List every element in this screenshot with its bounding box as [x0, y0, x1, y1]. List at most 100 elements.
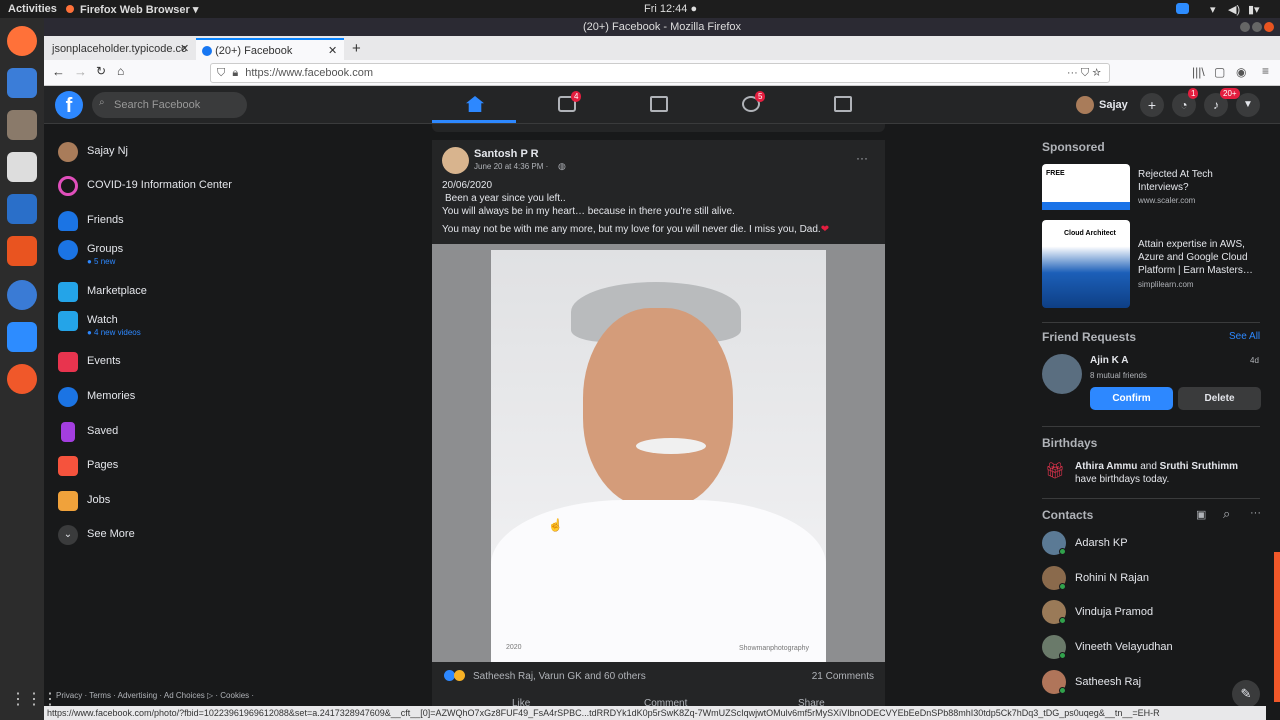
reload-button[interactable]: ↻: [96, 64, 106, 78]
shield-icon[interactable]: ⛉: [217, 67, 225, 79]
window-controls[interactable]: [1240, 22, 1274, 32]
friends-icon: [58, 211, 78, 231]
facebook-logo[interactable]: f: [55, 91, 83, 119]
firefox-dock-icon[interactable]: [7, 26, 37, 56]
options-icon[interactable]: ···: [1250, 507, 1261, 519]
maximize-icon[interactable]: [1252, 22, 1262, 32]
ad-headline[interactable]: Rejected At Tech Interviews?: [1138, 168, 1258, 194]
window-title: (20+) Facebook - Mozilla Firefox: [44, 18, 1280, 36]
writer-dock-icon[interactable]: [7, 194, 37, 224]
minimize-icon[interactable]: [1240, 22, 1250, 32]
avatar[interactable]: [442, 147, 469, 174]
close-tab-icon[interactable]: ✕: [180, 38, 189, 60]
post-author[interactable]: Santosh P R: [474, 148, 539, 160]
app-menu[interactable]: Firefox Web Browser ▾: [80, 3, 198, 16]
rhythmbox-dock-icon[interactable]: [7, 152, 37, 182]
mutual-friends[interactable]: 8 mutual friends: [1090, 371, 1147, 380]
app-dock-icon[interactable]: [7, 364, 37, 394]
scrollbar[interactable]: [1274, 552, 1280, 702]
ad-thumbnail[interactable]: Cloud Architect: [1042, 220, 1130, 308]
close-window-icon[interactable]: [1264, 22, 1274, 32]
back-button[interactable]: ←: [52, 64, 65, 79]
zoom-dock-icon[interactable]: [7, 322, 37, 352]
post-options-icon[interactable]: ···: [856, 151, 868, 165]
sidebar-icon[interactable]: ▢: [1214, 65, 1225, 79]
url-text[interactable]: https://www.facebook.com: [245, 67, 373, 79]
lock-icon[interactable]: 🔒︎: [232, 67, 238, 79]
menu-icon[interactable]: ≡: [1262, 64, 1269, 78]
post-text-line: You will always be in my heart… because …: [442, 206, 735, 217]
help-dock-icon[interactable]: [7, 280, 37, 310]
contact-name: Satheesh Raj: [1075, 676, 1142, 688]
post-photo[interactable]: 2020 Showmanphotography ☝: [432, 244, 885, 662]
left-nav-covid[interactable]: COVID-19 Information Center: [56, 174, 296, 200]
left-nav-events[interactable]: Events: [56, 350, 296, 376]
left-nav-jobs[interactable]: Jobs: [56, 489, 296, 515]
firefox-small-icon: [66, 5, 74, 13]
activities-button[interactable]: Activities: [8, 3, 57, 15]
profile-name[interactable]: Sajay: [1099, 99, 1128, 111]
close-tab-icon[interactable]: ✕: [328, 40, 337, 62]
ad-thumbnail[interactable]: FREE: [1042, 164, 1130, 210]
home-button[interactable]: ⌂: [117, 64, 124, 78]
new-tab-button[interactable]: +: [346, 38, 361, 60]
video-call-icon[interactable]: ▣: [1196, 508, 1206, 521]
library-icon[interactable]: |||\: [1192, 65, 1205, 79]
contact-item[interactable]: Vinduja Pramod: [1042, 600, 1262, 626]
network-icon[interactable]: ▾: [1210, 3, 1216, 16]
contact-item[interactable]: Satheesh Raj: [1042, 670, 1262, 696]
left-nav-pages[interactable]: Pages: [56, 454, 296, 480]
software-dock-icon[interactable]: [7, 236, 37, 266]
account-menu-icon[interactable]: ▼: [1236, 93, 1260, 117]
left-nav-groups[interactable]: Groups ● 5 new: [56, 238, 296, 268]
left-nav-profile[interactable]: Sajay Nj: [56, 140, 296, 166]
page-actions-icons[interactable]: ··· ⛉ ☆: [1067, 64, 1101, 82]
birthday-text[interactable]: Athira Ammu and Sruthi Sruthimm have birt…: [1075, 460, 1255, 486]
contact-item[interactable]: Rohini N Rajan: [1042, 566, 1262, 592]
friend-request-age: 4d: [1250, 356, 1259, 365]
left-nav-friends[interactable]: Friends: [56, 209, 296, 235]
url-bar[interactable]: ⛉ 🔒︎ https://www.facebook.com ··· ⛉ ☆: [210, 63, 1110, 83]
search-input[interactable]: Search Facebook: [92, 92, 247, 118]
left-nav-memories[interactable]: Memories: [56, 385, 296, 411]
new-message-icon[interactable]: ✎: [1232, 680, 1260, 708]
volume-icon[interactable]: ◀): [1228, 3, 1240, 16]
comments-count[interactable]: 21 Comments: [812, 671, 874, 682]
left-nav-marketplace[interactable]: Marketplace: [56, 280, 296, 306]
confirm-button[interactable]: Confirm: [1090, 387, 1173, 410]
left-nav-watch[interactable]: Watch ● 4 new videos: [56, 309, 296, 339]
ad-domain[interactable]: simplilearn.com: [1138, 280, 1194, 289]
create-icon[interactable]: +: [1140, 93, 1164, 117]
avatar[interactable]: [1042, 354, 1082, 394]
footer-links[interactable]: Privacy · Terms · Advertising · Ad Choic…: [56, 691, 254, 700]
post-time[interactable]: June 20 at 4:36 PM ·: [474, 162, 548, 171]
thunderbird-dock-icon[interactable]: [7, 68, 37, 98]
forward-button[interactable]: →: [74, 64, 87, 79]
gaming-icon[interactable]: [834, 96, 852, 112]
marketplace-icon[interactable]: [650, 96, 668, 112]
files-dock-icon[interactable]: [7, 110, 37, 140]
clock[interactable]: Fri 12:44 ●: [644, 3, 697, 15]
delete-button[interactable]: Delete: [1178, 387, 1261, 410]
tab-jsonplaceholder[interactable]: jsonplaceholder.typicode.cc ✕: [46, 38, 196, 60]
search-icon[interactable]: ⌕: [1223, 506, 1230, 522]
account-icon[interactable]: ◉: [1236, 65, 1246, 79]
battery-icon[interactable]: ▮▾: [1248, 3, 1260, 16]
left-nav-saved[interactable]: Saved: [56, 420, 296, 446]
home-icon[interactable]: [466, 96, 484, 112]
tab-facebook[interactable]: (20+) Facebook ✕: [196, 38, 344, 60]
friend-request-name[interactable]: Ajin K A: [1090, 355, 1129, 366]
avatar[interactable]: [1076, 96, 1094, 114]
show-apps-icon[interactable]: ⋮⋮⋮: [10, 688, 58, 712]
shirt: [491, 500, 826, 662]
groups-icon: [58, 240, 78, 260]
left-nav-see-more[interactable]: ⌄ See More: [56, 523, 296, 549]
zoom-tray-icon[interactable]: [1176, 3, 1189, 14]
contact-item[interactable]: Adarsh KP: [1042, 531, 1262, 557]
contact-item[interactable]: Vineeth Velayudhan: [1042, 635, 1262, 661]
ad-domain[interactable]: www.scaler.com: [1138, 196, 1195, 205]
left-nav-label: Pages: [87, 459, 119, 471]
reactions-text[interactable]: Satheesh Raj, Varun GK and 60 others: [473, 671, 646, 682]
ad-headline[interactable]: Attain expertise in AWS, Azure and Googl…: [1138, 238, 1260, 277]
see-all-link[interactable]: See All: [1229, 331, 1260, 342]
